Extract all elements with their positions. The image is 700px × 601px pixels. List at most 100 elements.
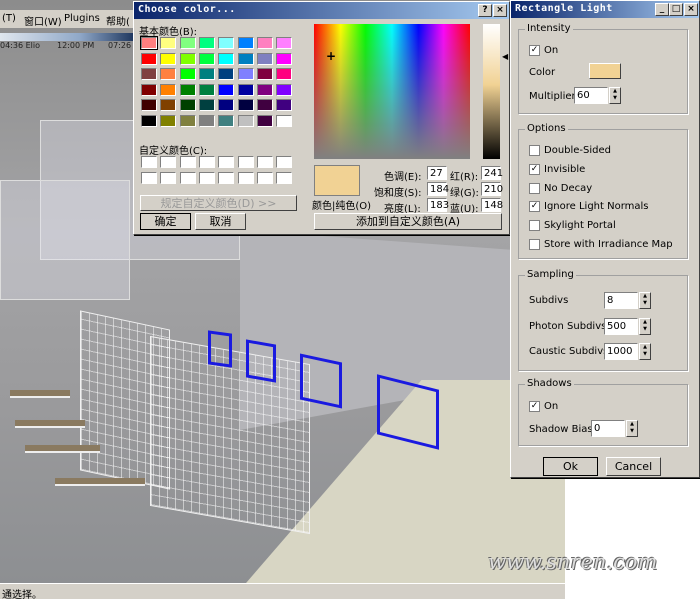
basic-color-swatch[interactable] xyxy=(276,37,293,49)
lum-input[interactable]: 183 xyxy=(427,198,449,212)
basic-color-swatch[interactable] xyxy=(218,68,235,81)
rect-light[interactable] xyxy=(208,330,232,368)
custom-color-swatch[interactable] xyxy=(179,172,196,184)
basic-color-swatch[interactable] xyxy=(198,37,215,49)
multiplier-input[interactable]: 60 xyxy=(574,87,608,104)
rect-light[interactable] xyxy=(300,353,342,409)
basic-color-swatch[interactable] xyxy=(218,37,235,49)
custom-color-swatch[interactable] xyxy=(237,156,254,168)
basic-color-swatch[interactable] xyxy=(276,115,293,127)
define-custom-colors-button[interactable]: 规定自定义颜色(D) >> xyxy=(140,195,297,211)
basic-color-swatch[interactable] xyxy=(237,99,254,112)
close-button[interactable]: × xyxy=(684,3,698,16)
basic-color-swatch[interactable] xyxy=(141,115,157,127)
basic-color-swatch[interactable] xyxy=(141,99,157,112)
luminance-bar[interactable] xyxy=(483,24,500,159)
custom-color-swatch[interactable] xyxy=(160,172,177,184)
on-checkbox[interactable]: ✓ xyxy=(529,45,540,56)
sat-input[interactable]: 184 xyxy=(427,182,449,196)
minimize-button[interactable]: _ xyxy=(655,3,669,16)
blue-input[interactable]: 148 xyxy=(481,198,503,212)
basic-color-swatch[interactable] xyxy=(198,115,215,127)
custom-color-swatch[interactable] xyxy=(218,172,235,184)
maximize-button[interactable]: □ xyxy=(669,3,683,16)
rect-light[interactable] xyxy=(246,339,276,383)
basic-color-swatch[interactable] xyxy=(218,99,235,112)
option-checkbox[interactable]: ✓ xyxy=(529,163,540,175)
basic-color-swatch[interactable] xyxy=(160,52,177,65)
cancel-button[interactable]: 取消 xyxy=(195,213,246,230)
red-input[interactable]: 241 xyxy=(481,166,503,180)
custom-color-swatch[interactable] xyxy=(179,156,196,168)
basic-color-swatch[interactable] xyxy=(276,99,293,112)
basic-color-swatch[interactable] xyxy=(256,37,273,49)
basic-color-swatch[interactable] xyxy=(179,52,196,65)
option-checkbox[interactable] xyxy=(529,145,540,156)
option-checkbox[interactable] xyxy=(529,239,540,250)
basic-color-swatch[interactable] xyxy=(256,99,273,112)
basic-color-swatch[interactable] xyxy=(218,115,235,127)
custom-color-swatch[interactable] xyxy=(237,172,254,184)
close-button[interactable]: × xyxy=(493,4,507,17)
custom-color-swatch[interactable] xyxy=(160,156,177,168)
menu-window[interactable]: 窗口(W) xyxy=(24,13,62,28)
custom-color-swatch[interactable] xyxy=(141,172,157,184)
basic-color-swatch[interactable] xyxy=(256,52,273,65)
basic-color-swatch[interactable] xyxy=(141,68,157,81)
menu-plugins[interactable]: Plugins xyxy=(64,13,100,24)
custom-color-swatch[interactable] xyxy=(218,156,235,168)
basic-color-swatch[interactable] xyxy=(256,68,273,81)
basic-color-swatch[interactable] xyxy=(141,83,157,96)
ok-button[interactable]: 确定 xyxy=(140,213,191,230)
basic-color-swatch[interactable] xyxy=(160,68,177,81)
help-button[interactable]: ? xyxy=(478,4,492,17)
basic-color-swatch[interactable] xyxy=(160,99,177,112)
subdivs-input[interactable]: 8 xyxy=(604,292,638,309)
basic-color-swatch[interactable] xyxy=(256,83,273,96)
basic-color-swatch[interactable] xyxy=(256,115,273,127)
caustic-subdivs-spinner[interactable]: ▲ ▼ xyxy=(639,343,651,360)
multiplier-spinner[interactable]: ▲ ▼ xyxy=(609,87,621,104)
basic-color-swatch[interactable] xyxy=(141,52,157,65)
custom-color-swatch[interactable] xyxy=(198,172,215,184)
green-input[interactable]: 210 xyxy=(481,182,503,196)
basic-color-swatch[interactable] xyxy=(140,36,158,50)
basic-color-swatch[interactable] xyxy=(276,68,293,81)
basic-color-swatch[interactable] xyxy=(198,68,215,81)
custom-color-swatch[interactable] xyxy=(256,156,273,168)
shadows-on-checkbox[interactable]: ✓ xyxy=(529,401,540,412)
custom-color-swatch[interactable] xyxy=(141,156,157,168)
basic-color-swatch[interactable] xyxy=(198,52,215,65)
add-custom-color-button[interactable]: 添加到自定义颜色(A) xyxy=(314,213,502,230)
option-checkbox[interactable]: ✓ xyxy=(529,201,540,213)
option-checkbox[interactable] xyxy=(529,220,540,232)
basic-color-swatch[interactable] xyxy=(276,83,293,96)
custom-color-swatch[interactable] xyxy=(198,156,215,168)
hue-input[interactable]: 27 xyxy=(427,166,447,180)
basic-color-swatch[interactable] xyxy=(218,52,235,65)
custom-color-swatch[interactable] xyxy=(256,172,273,184)
cancel-button[interactable]: Cancel xyxy=(606,457,661,476)
basic-color-swatch[interactable] xyxy=(237,52,254,65)
basic-color-swatch[interactable] xyxy=(198,83,215,96)
photon-subdivs-input[interactable]: 500 xyxy=(604,318,638,335)
basic-color-swatch[interactable] xyxy=(237,115,254,127)
custom-color-swatch[interactable] xyxy=(276,156,293,168)
color-swatch[interactable] xyxy=(589,63,621,79)
shadow-bias-input[interactable]: 0 xyxy=(591,420,625,437)
menu-tools[interactable]: (T) xyxy=(2,13,16,24)
custom-color-swatch[interactable] xyxy=(276,172,293,184)
color-spectrum[interactable]: + xyxy=(314,24,470,159)
time-slider[interactable] xyxy=(0,33,133,41)
basic-color-swatch[interactable] xyxy=(179,83,196,96)
ok-button[interactable]: Ok xyxy=(543,457,598,476)
menu-help[interactable]: 帮助( xyxy=(106,13,130,28)
caustic-subdivs-input[interactable]: 1000 xyxy=(604,343,638,360)
basic-color-swatch[interactable] xyxy=(276,52,293,65)
basic-color-swatch[interactable] xyxy=(160,37,177,49)
subdivs-spinner[interactable]: ▲ ▼ xyxy=(639,292,651,309)
shadow-bias-spinner[interactable]: ▲ ▼ xyxy=(626,420,638,437)
basic-color-swatch[interactable] xyxy=(160,115,177,127)
basic-color-swatch[interactable] xyxy=(160,83,177,96)
basic-color-swatch[interactable] xyxy=(237,68,254,81)
